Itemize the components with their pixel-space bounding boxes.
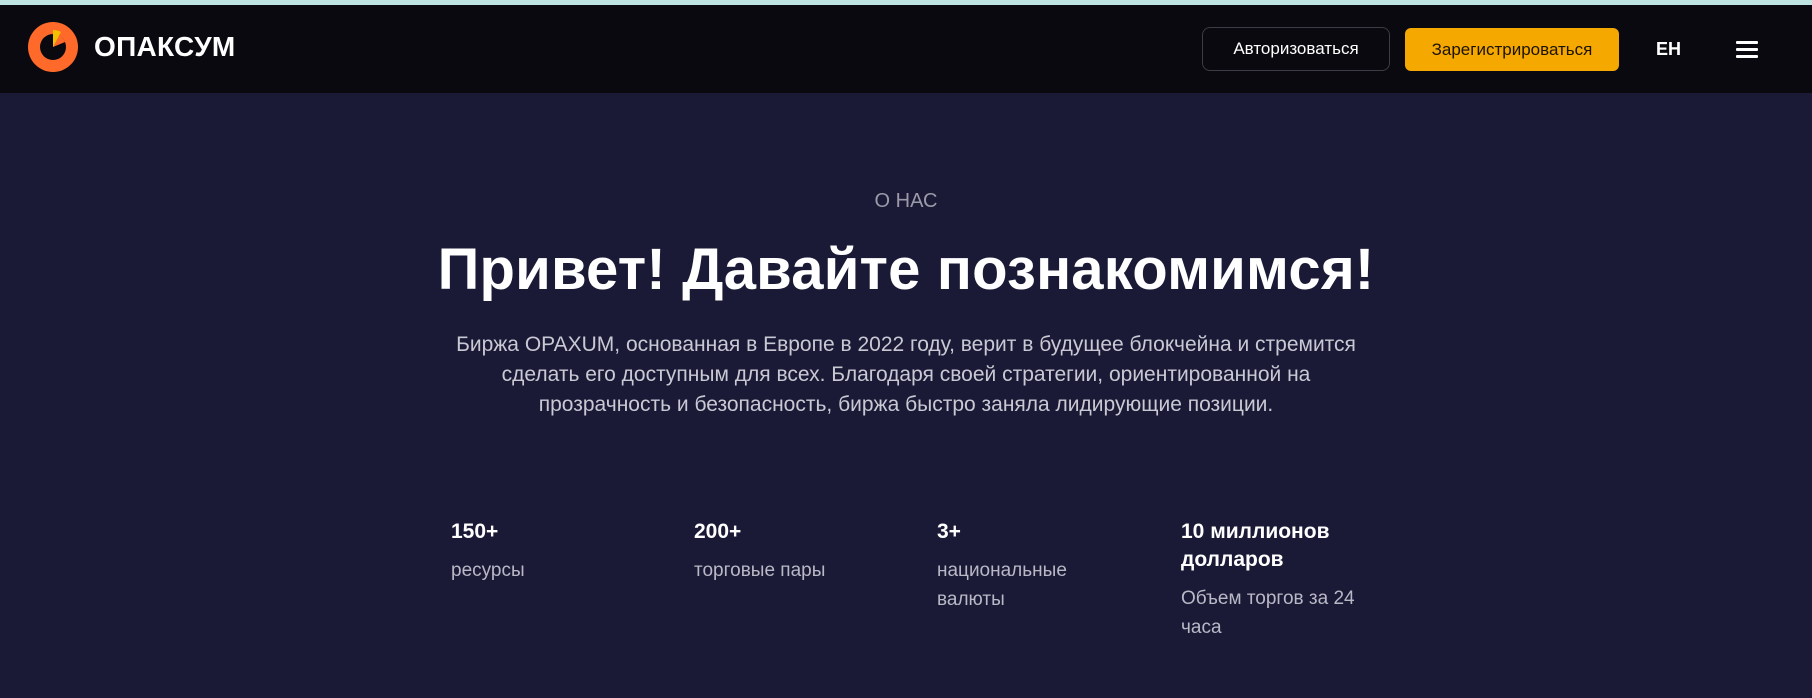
hamburger-menu-icon[interactable] (1736, 38, 1760, 60)
stats-row: 150+ ресурсы 200+ торговые пары 3+ нацио… (451, 518, 1401, 668)
brand-name: ОПАКСУМ (94, 31, 236, 62)
section-label: О НАС (874, 190, 938, 212)
stat-label: ресурсы (451, 560, 525, 581)
site-header: ОПАКСУМ Авторизоваться Зарегистрироватьс… (0, 5, 1812, 93)
stat-currencies: 3+ национальные валюты (937, 518, 1087, 614)
stat-label: Объем торгов за 24 часа (1181, 588, 1355, 638)
stat-value: 200+ (694, 520, 742, 543)
register-button[interactable]: Зарегистрироваться (1405, 28, 1619, 71)
opaxum-logo-icon (28, 22, 78, 72)
page-title: Привет! Давайте познакомимся! (437, 237, 1375, 302)
stat-resources: 150+ ресурсы (451, 518, 651, 585)
brand-logo[interactable]: ОПАКСУМ (28, 22, 236, 72)
stat-value: 10 миллионов долларов (1181, 520, 1330, 571)
stat-label: торговые пары (694, 560, 826, 581)
about-description: Биржа OPAXUM, основанная в Европе в 2022… (456, 333, 1356, 416)
stat-value: 150+ (451, 520, 499, 543)
stat-value: 3+ (937, 520, 961, 543)
language-switcher[interactable]: EH (1656, 28, 1681, 71)
stat-trading-pairs: 200+ торговые пары (694, 518, 894, 585)
login-button[interactable]: Авторизоваться (1202, 27, 1390, 71)
stat-volume: 10 миллионов долларов Объем торгов за 24… (1181, 518, 1356, 642)
stat-label: национальные валюты (937, 560, 1067, 610)
